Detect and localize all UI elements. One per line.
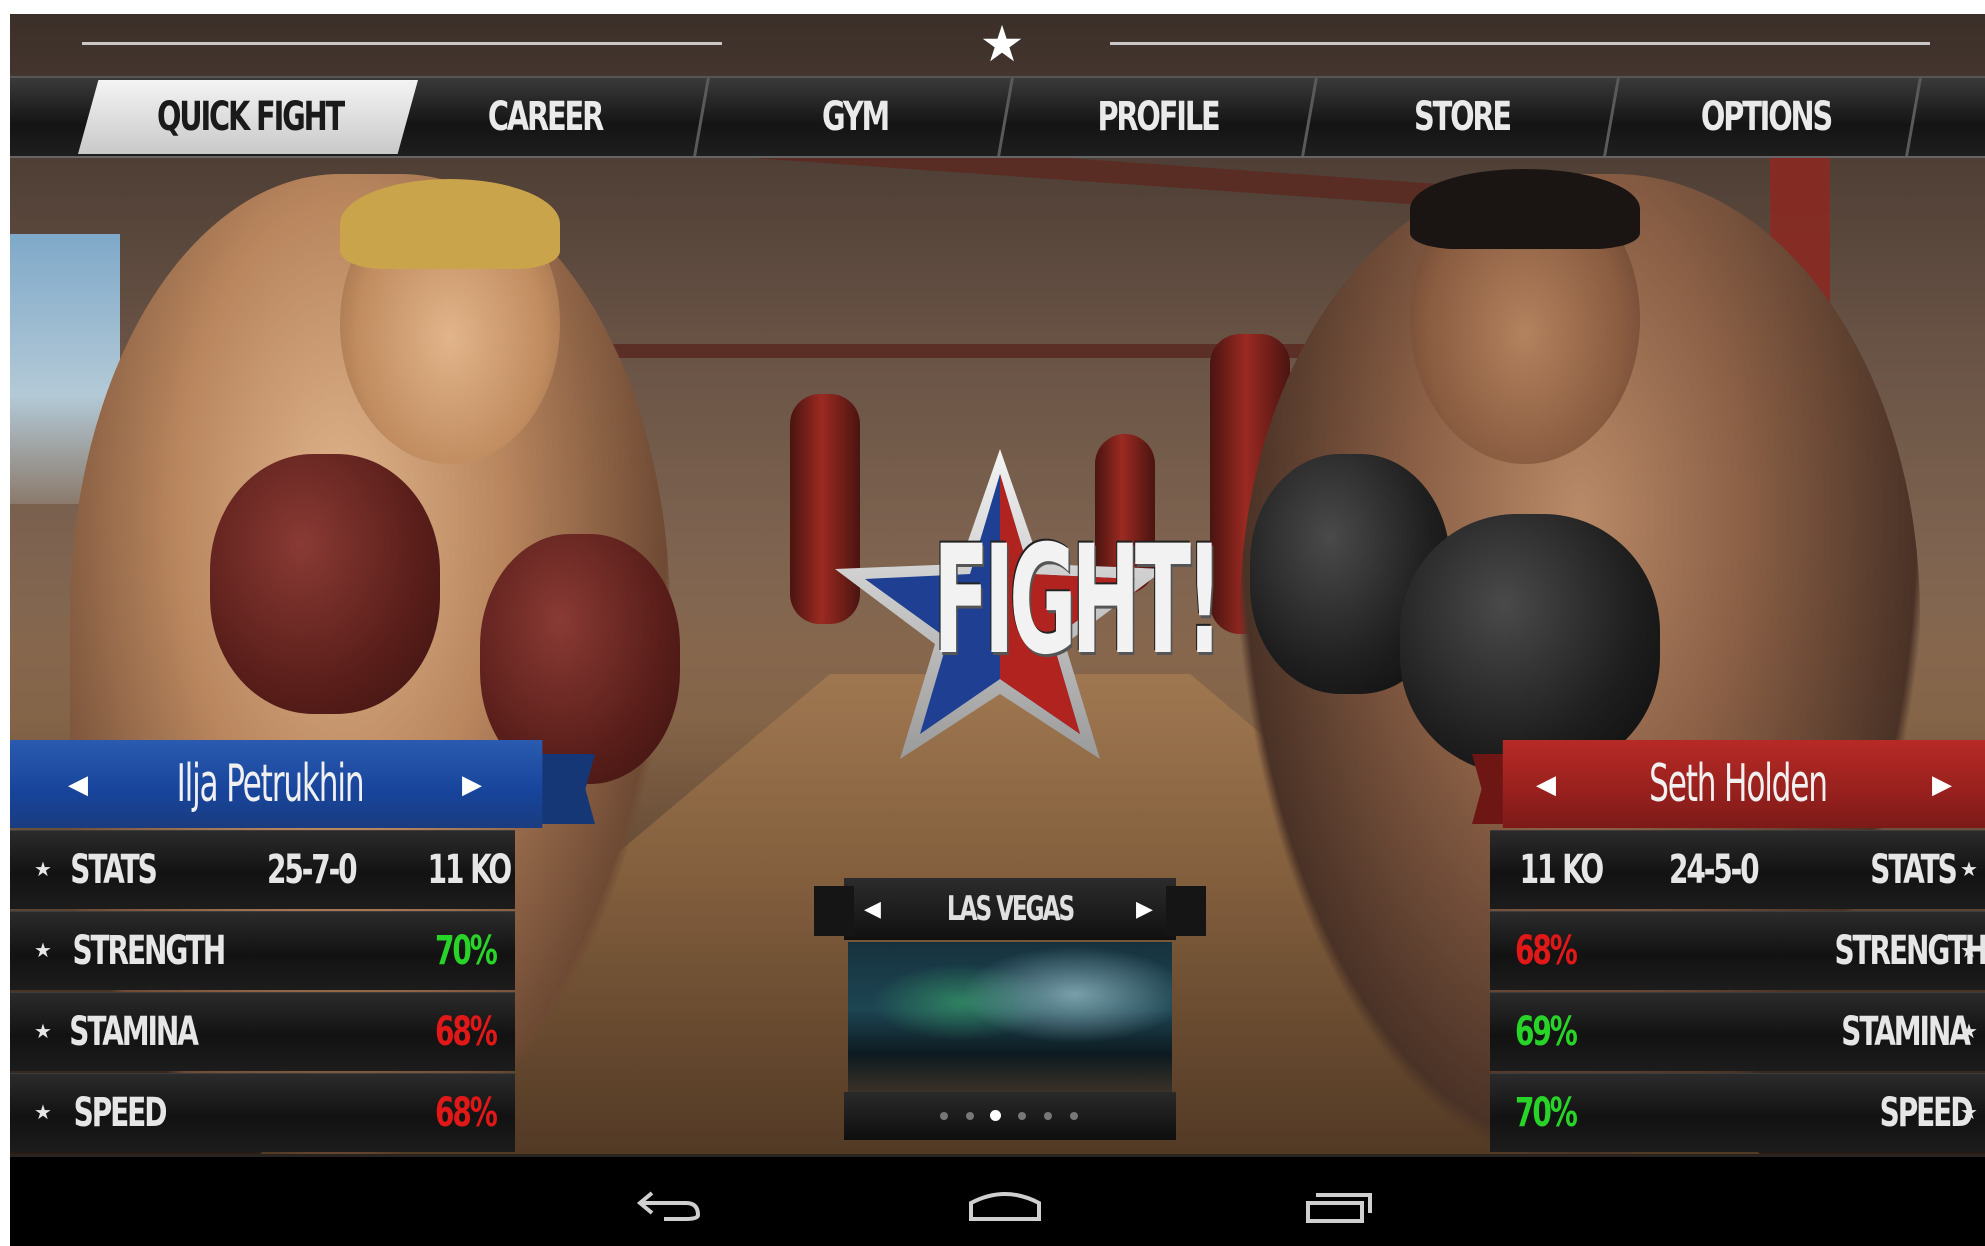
speed-value: 70% xyxy=(1515,1090,1578,1136)
venue-title: LAS VEGAS xyxy=(946,889,1075,929)
top-divider-left xyxy=(82,42,722,45)
star-bullet-icon: ★ xyxy=(34,940,52,962)
fight-label: FIGHT! xyxy=(933,514,1223,688)
page-dot[interactable] xyxy=(966,1112,974,1120)
tab-quick-fight[interactable]: QUICK FIGHT xyxy=(135,78,365,156)
tab-career[interactable]: CAREER xyxy=(437,78,653,156)
stamina-label: STAMINA xyxy=(69,1009,199,1055)
next-fighter-right-arrow-icon[interactable]: ▶ xyxy=(1932,740,1952,828)
speed-row: 70% SPEED ★ xyxy=(1490,1073,1985,1152)
right-fighter-name: Seth Holden xyxy=(1649,754,1828,814)
game-screen: ★ QUICK FIGHT CAREER GYM PROFILE STORE O… xyxy=(10,14,1985,1246)
left-boxer-glove xyxy=(210,454,440,714)
strength-value: 70% xyxy=(435,928,498,974)
strength-row: 68% STRENGTH ★ xyxy=(1490,911,1985,990)
page-dot-active[interactable] xyxy=(990,1110,1001,1121)
right-boxer-glove xyxy=(1400,514,1660,774)
speed-label: SPEED xyxy=(73,1090,168,1136)
tab-separator xyxy=(1603,78,1620,156)
left-boxer-hair xyxy=(340,179,560,269)
left-fighter-name: Ilja Petrukhin xyxy=(176,754,365,814)
page-dot[interactable] xyxy=(1044,1112,1052,1120)
star-bullet-icon: ★ xyxy=(34,1102,52,1124)
next-fighter-left-arrow-icon[interactable]: ▶ xyxy=(462,740,482,828)
fight-record: 24-5-0 xyxy=(1668,847,1760,893)
strength-label: STRENGTH xyxy=(72,928,226,974)
star-bullet-icon: ★ xyxy=(1960,859,1978,881)
star-bullet-icon: ★ xyxy=(34,859,52,881)
venue-pagination xyxy=(844,1092,1176,1140)
right-fighter-stats: 11 KO 24-5-0 STATS ★ 68% STRENGTH ★ 69% … xyxy=(1490,830,1985,1154)
system-navigation-bar xyxy=(10,1157,1985,1246)
top-divider-right xyxy=(1110,42,1930,45)
tab-separator xyxy=(693,78,710,156)
home-icon[interactable] xyxy=(965,1157,1045,1246)
page-dot[interactable] xyxy=(940,1112,948,1120)
main-nav-bar: QUICK FIGHT CAREER GYM PROFILE STORE OPT… xyxy=(10,76,1985,158)
tab-separator xyxy=(1905,78,1922,156)
venue-ribbon xyxy=(814,886,854,936)
page-dot[interactable] xyxy=(1018,1112,1026,1120)
prev-fighter-right-arrow-icon[interactable]: ◀ xyxy=(1536,740,1556,828)
strength-value: 68% xyxy=(1515,928,1578,974)
speed-row: ★ SPEED 68% xyxy=(10,1073,515,1152)
tab-store[interactable]: STORE xyxy=(1354,78,1570,156)
left-fighter-banner: ◀ Ilja Petrukhin ▶ xyxy=(10,740,595,828)
tab-separator xyxy=(1301,78,1318,156)
venue-selector: LAS VEGAS ◀ ▶ xyxy=(814,878,1206,1140)
venue-ribbon xyxy=(1166,886,1206,936)
tab-options[interactable]: OPTIONS xyxy=(1658,78,1874,156)
right-fighter-banner: ◀ Seth Holden ▶ xyxy=(1472,740,1985,828)
stamina-row: ★ STAMINA 68% xyxy=(10,992,515,1071)
right-boxer-hair xyxy=(1410,169,1640,249)
page-dot[interactable] xyxy=(1070,1112,1078,1120)
stamina-value: 68% xyxy=(435,1009,498,1055)
star-bullet-icon: ★ xyxy=(1960,940,1978,962)
prev-venue-arrow-icon[interactable]: ◀ xyxy=(864,878,881,940)
fight-record: 25-7-0 xyxy=(266,847,358,893)
stamina-value: 69% xyxy=(1515,1009,1578,1055)
star-bullet-icon: ★ xyxy=(34,1021,52,1043)
tab-gym[interactable]: GYM xyxy=(747,78,963,156)
star-icon: ★ xyxy=(979,16,1025,72)
prev-fighter-left-arrow-icon[interactable]: ◀ xyxy=(68,740,88,828)
stats-label: STATS xyxy=(70,847,157,893)
left-fighter-stats: ★ STATS 25-7-0 11 KO ★ STRENGTH 70% ★ ST… xyxy=(10,830,515,1154)
back-icon[interactable] xyxy=(630,1157,710,1246)
stats-label: STATS xyxy=(1870,847,1957,893)
strength-row: ★ STRENGTH 70% xyxy=(10,911,515,990)
star-bullet-icon: ★ xyxy=(1960,1021,1978,1043)
next-venue-arrow-icon[interactable]: ▶ xyxy=(1136,878,1153,940)
stats-row: 11 KO 24-5-0 STATS ★ xyxy=(1490,830,1985,909)
ko-count: 11 KO xyxy=(1519,847,1605,893)
venue-header: LAS VEGAS ◀ ▶ xyxy=(814,878,1206,940)
stats-row: ★ STATS 25-7-0 11 KO xyxy=(10,830,515,909)
tab-profile[interactable]: PROFILE xyxy=(1050,78,1266,156)
speed-value: 68% xyxy=(435,1090,498,1136)
stamina-row: 69% STAMINA ★ xyxy=(1490,992,1985,1071)
recent-apps-icon[interactable] xyxy=(1300,1157,1380,1246)
stamina-label: STAMINA xyxy=(1841,1009,1971,1055)
tab-separator xyxy=(997,78,1014,156)
star-bullet-icon: ★ xyxy=(1960,1102,1978,1124)
ko-count: 11 KO xyxy=(427,847,513,893)
speed-label: SPEED xyxy=(1879,1090,1974,1136)
venue-preview-image[interactable] xyxy=(848,942,1172,1092)
